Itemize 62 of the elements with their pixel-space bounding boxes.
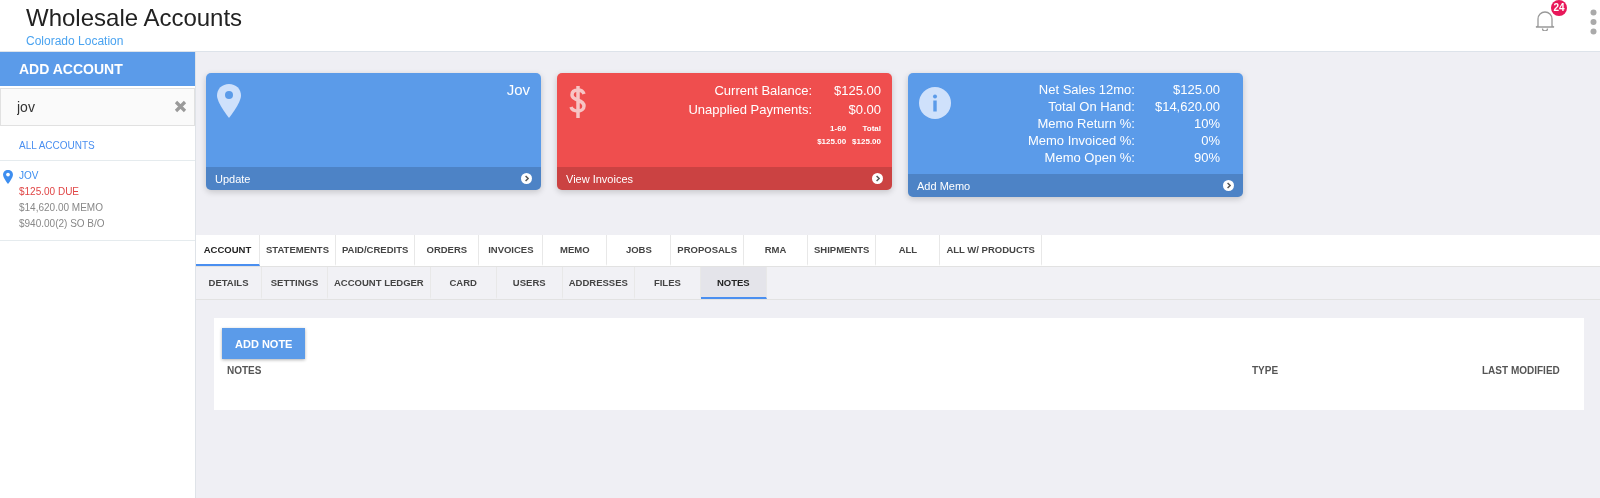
amount-due: $125.00 DUE [19,185,81,199]
subtab[interactable]: FILES [634,267,701,299]
chevron-right-icon [1223,180,1234,191]
aging-value: $125.00 [852,136,881,148]
subtab[interactable]: CARD [430,267,497,299]
chevron-right-icon [521,173,532,184]
tab[interactable]: MEMO [543,235,608,266]
memo-amount: $14,620.00 MEMO [19,201,104,215]
stat-value: 10% [1192,115,1220,132]
balance-value: $0.00 [847,101,881,119]
balance-label: Current Balance: [713,82,812,100]
tab[interactable]: ORDERS [415,235,480,266]
stat-value: 90% [1192,149,1220,166]
aging-header: Total [861,123,881,135]
tab[interactable]: SHIPMENTS [808,235,877,266]
stat-value: 0% [1200,132,1220,149]
column-header: NOTES [227,365,263,376]
card-footer-link[interactable]: Update [206,167,541,190]
stat-label: Net Sales 12mo: [1037,81,1135,98]
subtab[interactable]: SETTINGS [262,267,328,299]
balance-value: $125.00 [834,82,881,100]
card-footer-link[interactable]: View Invoices [557,167,892,190]
subtab[interactable]: ACCOUNT LEDGER [328,267,431,299]
bell-icon[interactable] [1535,9,1555,31]
stat-value: $14,620.00 [1154,98,1220,115]
stat-label: Total On Hand: [1047,98,1135,115]
more-menu-icon[interactable] [1590,9,1597,35]
aging-value: $125.00 [817,136,847,148]
account-name: Jov [506,81,530,100]
subtab[interactable]: ADDRESSES [562,267,635,299]
search-field[interactable]: jov [0,88,195,126]
subtab[interactable]: NOTES [700,267,767,299]
card-footer-link[interactable]: Add Memo [908,174,1243,197]
location-pin-icon [217,84,241,118]
stat-label: Memo Open %: [1043,149,1135,166]
page-title: Wholesale Accounts [26,4,243,32]
account-link[interactable]: JOV [19,168,195,184]
subtab[interactable]: USERS [496,267,563,299]
balance-label: Unapplied Payments: [688,101,812,119]
location-subtitle: Colorado Location [26,34,125,48]
tab[interactable]: PAID/CREDITS [336,235,416,266]
subtab[interactable]: DETAILS [196,267,262,299]
tab[interactable]: RMA [744,235,808,266]
aging-header: 1-60 [829,123,847,135]
tab[interactable]: ALL [876,235,941,266]
dollar-icon [568,85,588,119]
chevron-right-icon [872,173,883,184]
tab[interactable]: ALL W/ PRODUCTS [940,235,1042,266]
stat-label: Memo Return %: [1036,115,1135,132]
tab[interactable]: STATEMENTS [260,235,336,266]
tab[interactable]: PROPOSALS [671,235,744,266]
tab[interactable]: JOBS [607,235,672,266]
location-pin-icon [3,170,13,184]
clear-icon[interactable] [174,100,187,113]
column-header: TYPE [1252,365,1280,376]
column-header: LAST MODIFIED [1482,365,1561,376]
stat-label: Memo Invoiced %: [1028,132,1135,149]
info-icon [919,87,951,119]
stat-value: $125.00 [1172,81,1220,98]
tab[interactable]: INVOICES [479,235,544,266]
notification-badge: 24 [1551,0,1567,16]
backorder-amount: $940.00(2) SO B/O [19,217,106,231]
